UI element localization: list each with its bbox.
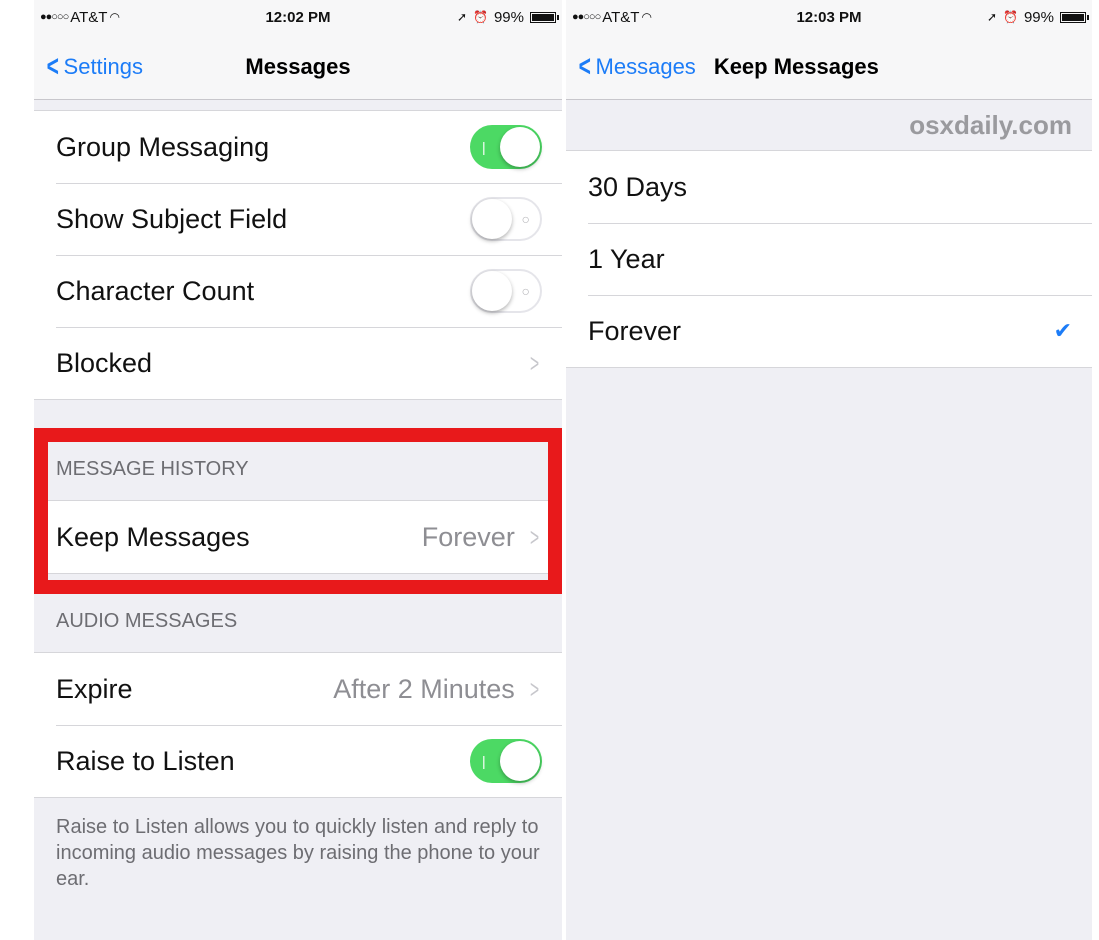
battery-percent: 99% [1023,8,1054,26]
option-label: Forever [588,315,682,346]
raise-to-listen-row: Raise to Listen | [34,725,562,797]
on-mark-icon: | [482,753,486,769]
row-label: Character Count [56,275,255,306]
chevron-left-icon: < [46,49,59,83]
battery-icon [1060,11,1089,23]
row-value: Forever [421,521,515,552]
group-messaging-toggle[interactable]: | [470,125,542,169]
raise-to-listen-description: Raise to Listen allows you to quickly li… [56,816,540,890]
back-label: Messages [595,53,696,79]
off-mark-icon: ○ [521,211,530,227]
location-icon: ➚ [456,10,468,24]
option-30-days[interactable]: 30 Days [566,151,1092,223]
status-bar: ●●○○○ AT&T ◠ 12:02 PM ➚ ⏰ 99% [34,0,562,34]
character-count-row: Character Count ○ [34,255,562,327]
nav-bar: < Settings Messages [34,34,562,100]
signal-icon: ●●○○○ [40,11,69,23]
signal-icon: ●●○○○ [572,11,601,23]
general-settings-group: Group Messaging | Show Subject Field ○ C… [34,110,562,400]
carrier-label: AT&T [602,8,640,26]
checkmark-icon: ✔ [1053,318,1072,343]
blocked-row[interactable]: Blocked > [34,327,562,399]
option-forever[interactable]: Forever ✔ [566,295,1092,367]
option-label: 30 Days [588,171,688,202]
row-label: Expire [56,673,133,704]
carrier-label: AT&T [70,8,108,26]
keep-messages-options: 30 Days 1 Year Forever ✔ [566,150,1092,368]
group-messaging-row: Group Messaging | [34,111,562,183]
battery-icon [530,11,559,23]
back-button[interactable]: < Settings [44,49,144,83]
off-mark-icon: ○ [521,283,530,299]
nav-bar: < Messages Keep Messages [566,34,1092,100]
page-title: Keep Messages [713,53,879,79]
chevron-right-icon: > [529,673,539,704]
option-1-year[interactable]: 1 Year [566,223,1092,295]
option-label: 1 Year [588,243,665,274]
alarm-icon: ⏰ [473,10,488,24]
raise-to-listen-toggle[interactable]: | [470,739,542,783]
wifi-icon: ◠ [109,10,120,24]
audio-messages-header: AUDIO MESSAGES [56,610,238,632]
on-mark-icon: | [482,139,486,155]
row-label: Raise to Listen [56,745,235,776]
alarm-icon: ⏰ [1003,10,1018,24]
row-label: Group Messaging [56,131,270,162]
audio-messages-group: Expire After 2 Minutes > Raise to Listen… [34,652,562,798]
expire-row[interactable]: Expire After 2 Minutes > [34,653,562,725]
location-icon: ➚ [986,10,998,24]
row-label: Blocked [56,347,153,378]
wifi-icon: ◠ [641,10,652,24]
chevron-right-icon: > [529,347,539,378]
keep-messages-row[interactable]: Keep Messages Forever > [34,501,562,573]
row-label: Show Subject Field [56,203,288,234]
keep-messages-screen: ●●○○○ AT&T ◠ 12:03 PM ➚ ⏰ 99% < Messages… [566,0,1092,940]
messages-settings-screen: ●●○○○ AT&T ◠ 12:02 PM ➚ ⏰ 99% < Settings… [34,0,562,940]
message-history-header: MESSAGE HISTORY [56,458,249,480]
show-subject-field-toggle[interactable]: ○ [470,197,542,241]
watermark: osxdaily.com [909,109,1072,140]
character-count-toggle[interactable]: ○ [470,269,542,313]
status-bar: ●●○○○ AT&T ◠ 12:03 PM ➚ ⏰ 99% [566,0,1092,34]
show-subject-field-row: Show Subject Field ○ [34,183,562,255]
chevron-right-icon: > [529,521,539,552]
back-label: Settings [63,53,144,79]
chevron-left-icon: < [578,49,591,83]
row-value: After 2 Minutes [333,673,515,704]
back-button[interactable]: < Messages [576,49,696,83]
message-history-group: Keep Messages Forever > [34,500,562,574]
row-label: Keep Messages [56,521,250,552]
battery-percent: 99% [493,8,524,26]
